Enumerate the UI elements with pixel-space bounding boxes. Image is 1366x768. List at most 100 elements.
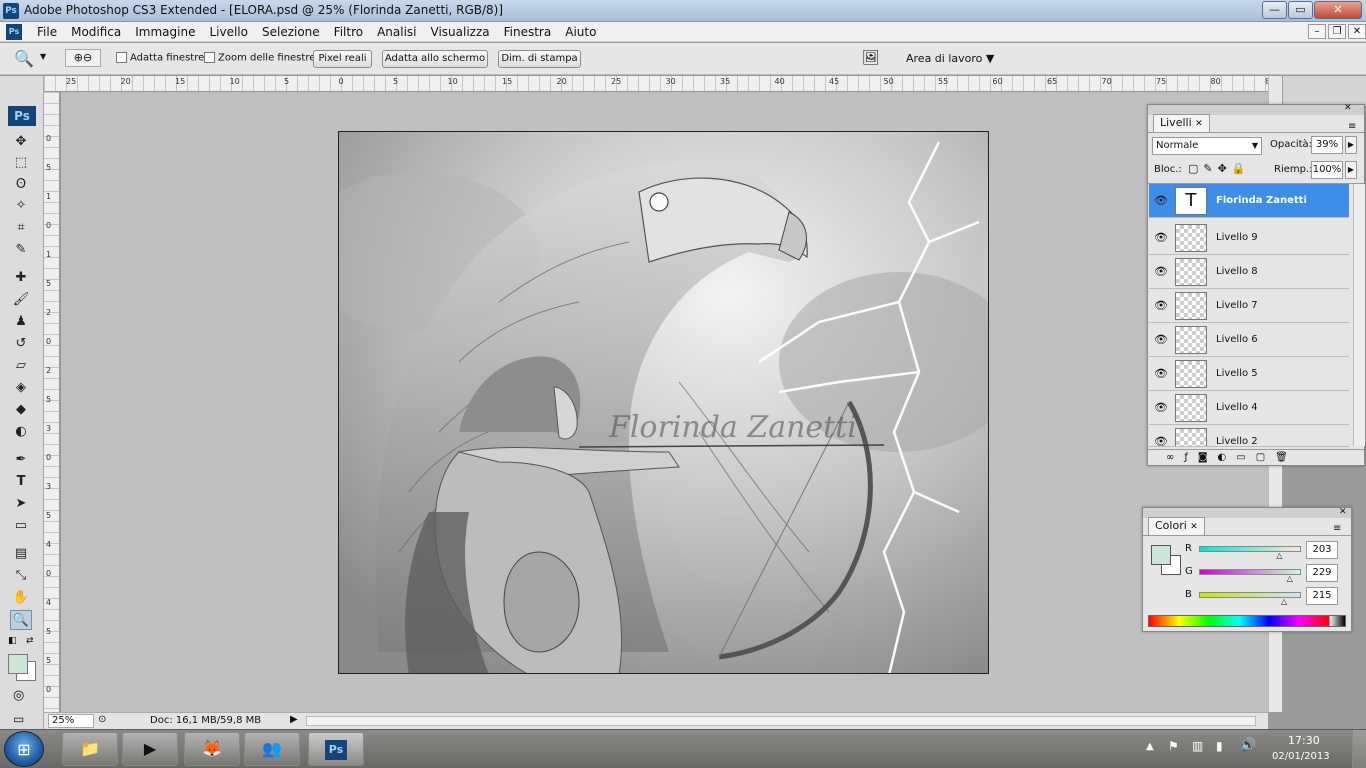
color-tab[interactable]: Colori ✕ — [1148, 517, 1205, 535]
crop-tool-icon[interactable]: ⌗ — [10, 218, 32, 238]
tray-expand-icon[interactable]: ▲ — [1146, 741, 1154, 752]
clone-stamp-tool-icon[interactable]: ♟ — [10, 312, 32, 332]
menu-visualizza[interactable]: Visualizza — [424, 24, 497, 40]
layer-row-livello-6[interactable]: 👁 Livello 6 — [1149, 323, 1349, 357]
opacity-input[interactable]: 39% — [1311, 136, 1343, 154]
zoom-in-out-icon[interactable]: ⊕⊖ — [65, 49, 101, 67]
zoom-level-field[interactable]: 25% — [48, 714, 94, 728]
hand-tool-icon[interactable]: ✋ — [10, 588, 32, 608]
layer-row-livello-9[interactable]: 👁 Livello 9 — [1149, 221, 1349, 255]
color-tab-close-icon[interactable]: ✕ — [1190, 522, 1198, 532]
foreground-color-swatch[interactable] — [8, 654, 28, 674]
r-input[interactable]: 203 — [1306, 541, 1338, 559]
menu-analisi[interactable]: Analisi — [370, 24, 423, 40]
swap-colors-icon[interactable]: ⇄ — [26, 636, 34, 646]
clock-date[interactable]: 02/01/2013 — [1272, 751, 1330, 762]
bridge-icon[interactable]: 🖼 — [862, 50, 880, 66]
menu-immagine[interactable]: Immagine — [128, 24, 202, 40]
blur-tool-icon[interactable]: ◆ — [10, 400, 32, 420]
adatta-finestre-checkbox[interactable]: Adatta finestre — [116, 52, 204, 64]
layer-name[interactable]: Livello 7 — [1216, 300, 1258, 311]
fg-color-swatch[interactable] — [1151, 545, 1171, 565]
visibility-eye-icon[interactable]: 👁 — [1154, 265, 1168, 279]
pen-tool-icon[interactable]: ✒ — [10, 450, 32, 470]
healing-brush-tool-icon[interactable]: ✚ — [10, 268, 32, 288]
b-slider-thumb[interactable]: △ — [1281, 597, 1287, 606]
visibility-eye-icon[interactable]: 👁 — [1154, 299, 1168, 313]
dodge-tool-icon[interactable]: ◐ — [10, 422, 32, 442]
quick-mask-icon[interactable]: ◎ — [13, 688, 24, 703]
layer-row-livello-7[interactable]: 👁 Livello 7 — [1149, 289, 1349, 323]
dim-stampa-button[interactable]: Dim. di stampa — [498, 50, 581, 68]
horizontal-scrollbar[interactable] — [306, 716, 1256, 726]
menu-finestra[interactable]: Finestra — [497, 24, 559, 40]
layer-name[interactable]: Livello 8 — [1216, 266, 1258, 277]
menu-livello[interactable]: Livello — [202, 24, 255, 40]
layer-row-livello-2[interactable]: 👁 Livello 2 — [1149, 425, 1349, 447]
zoom-tool-icon-selected[interactable]: 🔍 — [10, 610, 32, 630]
photoshop-taskbar-button[interactable]: Ps — [308, 732, 364, 766]
document-canvas[interactable]: Florinda Zanetti — [338, 131, 989, 674]
layer-name[interactable]: Livello 2 — [1216, 436, 1258, 446]
zoom-tool-icon[interactable]: 🔍 — [14, 49, 34, 68]
eraser-tool-icon[interactable]: ▱ — [10, 356, 32, 376]
fill-input[interactable]: 100% — [1311, 161, 1343, 179]
default-colors-icon[interactable]: ◧ — [8, 636, 17, 646]
brush-tool-icon[interactable]: 🖌 — [10, 290, 32, 310]
zoom-finestre-checkbox[interactable]: Zoom delle finestre — [204, 52, 315, 64]
visibility-eye-icon[interactable]: 👁 — [1154, 435, 1168, 446]
r-slider[interactable] — [1199, 546, 1301, 552]
layer-name[interactable]: Livello 9 — [1216, 232, 1258, 243]
visibility-eye-icon[interactable]: 👁 — [1154, 367, 1168, 381]
r-slider-thumb[interactable]: △ — [1276, 551, 1282, 560]
magic-wand-tool-icon[interactable]: ✧ — [10, 196, 32, 216]
tool-preset-dropdown-icon[interactable]: ▼ — [40, 52, 46, 61]
notes-tool-icon[interactable]: ▤ — [10, 544, 32, 564]
visibility-eye-icon[interactable]: 👁 — [1154, 231, 1168, 245]
maximize-button[interactable]: ▭ — [1288, 1, 1313, 19]
layers-tab-close-icon[interactable]: ✕ — [1195, 119, 1203, 129]
layer-row-livello-4[interactable]: 👁 Livello 4 — [1149, 391, 1349, 425]
layers-panel-close-icon[interactable]: ✕ — [1344, 103, 1352, 113]
opacity-arrow-icon[interactable]: ▶ — [1345, 136, 1357, 154]
status-info-icon[interactable]: ⊙ — [98, 714, 106, 725]
doc-close-button[interactable]: ✕ — [1348, 24, 1366, 39]
color-spectrum-ramp[interactable] — [1148, 615, 1346, 627]
visibility-eye-icon[interactable]: 👁 — [1154, 401, 1168, 415]
show-desktop-button[interactable] — [1352, 730, 1366, 768]
layers-panel-menu-icon[interactable]: ≡ — [1348, 121, 1356, 132]
slice-tool-icon[interactable]: ✎ — [10, 240, 32, 260]
layers-tab[interactable]: Livelli ✕ — [1153, 114, 1210, 132]
eyedropper-tool-icon[interactable]: ⤡ — [10, 566, 32, 586]
close-button[interactable]: ✕ — [1314, 1, 1362, 19]
media-player-taskbar-icon[interactable]: ▶ — [122, 732, 178, 766]
layer-name[interactable]: Florinda Zanetti — [1216, 195, 1307, 206]
minimize-button[interactable]: — — [1262, 1, 1287, 19]
menu-filtro[interactable]: Filtro — [327, 24, 370, 40]
pixel-reali-button[interactable]: Pixel reali — [313, 50, 372, 68]
doc-restore-button[interactable]: ❐ — [1328, 24, 1346, 39]
power-icon[interactable]: ▮ — [1216, 739, 1223, 753]
fill-arrow-icon[interactable]: ▶ — [1345, 161, 1357, 179]
paint-bucket-tool-icon[interactable]: ◈ — [10, 378, 32, 398]
layer-name[interactable]: Livello 6 — [1216, 334, 1258, 345]
color-panel-close-icon[interactable]: ✕ — [1339, 507, 1347, 517]
shape-tool-icon[interactable]: ▭ — [10, 516, 32, 536]
layer-row-livello-8[interactable]: 👁 Livello 8 — [1149, 255, 1349, 289]
status-menu-arrow-icon[interactable]: ▶ — [290, 714, 298, 725]
action-center-icon[interactable]: ⚑ — [1168, 739, 1179, 753]
layer-row-florinda-zanetti[interactable]: 👁 T Florinda Zanetti — [1149, 184, 1349, 218]
g-input[interactable]: 229 — [1306, 564, 1338, 582]
marquee-tool-icon[interactable]: ⬚ — [10, 153, 32, 173]
layer-name[interactable]: Livello 4 — [1216, 402, 1258, 413]
menu-aiuto[interactable]: Aiuto — [558, 24, 603, 40]
history-brush-tool-icon[interactable]: ↺ — [10, 334, 32, 354]
firefox-taskbar-icon[interactable]: 🦊 — [184, 732, 240, 766]
menu-file[interactable]: File — [30, 24, 64, 40]
screen-mode-icon[interactable]: ▭ — [13, 712, 24, 726]
b-input[interactable]: 215 — [1306, 587, 1338, 605]
network-icon[interactable]: ▥ — [1192, 739, 1203, 753]
color-panel-menu-icon[interactable]: ≡ — [1333, 523, 1341, 534]
menu-modifica[interactable]: Modifica — [64, 24, 128, 40]
lock-icons[interactable]: ▢✎✥🔒 — [1188, 162, 1251, 175]
